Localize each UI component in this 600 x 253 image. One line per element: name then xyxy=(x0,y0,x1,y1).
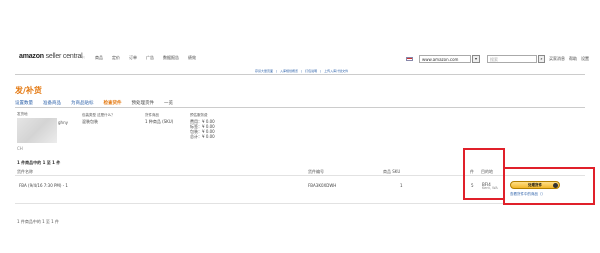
contents-label: 货件商品 xyxy=(145,113,159,117)
col-header-sku[interactable]: 商品 SKU xyxy=(383,169,400,174)
nav-item[interactable]: 绩效 xyxy=(188,55,196,61)
fees-label: 预估服务费 xyxy=(190,113,208,117)
ship-from-country: CH xyxy=(17,146,23,151)
packing-type-value: 混装包装 xyxy=(82,119,98,124)
shipment-name: FBA (9/4/16 7:30 PM) - 1 xyxy=(19,183,68,188)
col-header-id[interactable]: 货件编号 xyxy=(308,169,324,174)
utility-links: 买家消息 帮助 设置 xyxy=(549,56,589,62)
quick-link[interactable]: 上传入库计划文件 xyxy=(324,69,348,73)
col-header-name[interactable]: 货件名称 xyxy=(17,169,33,174)
logo-sub: seller central xyxy=(45,53,83,60)
step-prepare[interactable]: 准备商品 xyxy=(43,100,61,106)
quick-links: 存货大量页面 | 入库规划概览 | 打包说明 | 上传入库计划文件 xyxy=(255,69,349,73)
step-summary: 一览 xyxy=(164,101,173,106)
page-title: 发/补货 xyxy=(15,86,42,95)
nav-item[interactable]: 定价 xyxy=(112,55,120,61)
packing-type-label[interactable]: 包装类型 这是什么？ xyxy=(82,113,115,118)
search-input[interactable]: 搜索 xyxy=(487,55,537,63)
ship-from-label: 发货地 xyxy=(17,112,28,116)
nav-item[interactable]: 商品 xyxy=(95,55,103,61)
divider xyxy=(15,74,585,75)
nav-item[interactable]: 广告 xyxy=(146,55,154,61)
table-divider xyxy=(15,203,585,204)
shipment-id: FBA3K0XDWH xyxy=(308,183,337,188)
footer-result-count: 1 件商品中的 1 至 1 件 xyxy=(17,219,59,224)
result-count: 1 件商品中的 1 至 1 件 xyxy=(17,160,61,165)
marketplace-select[interactable]: www.amazon.com xyxy=(419,55,471,63)
step-set-quantity[interactable]: 设置数量 xyxy=(15,100,33,106)
search-icon[interactable]: ⌕ xyxy=(538,55,545,63)
contents-value: 1 种商品 (SKU) xyxy=(145,119,174,124)
us-flag-icon xyxy=(406,57,413,61)
shipment-sku-count: 1 xyxy=(400,183,403,188)
ship-from-address-redacted xyxy=(17,118,57,143)
step-label[interactable]: 为商品贴标 xyxy=(71,100,94,106)
logo-brand: amazon xyxy=(19,53,44,60)
fee-line: 总计：¥ 0.00 xyxy=(190,134,215,139)
flag-icon[interactable]: ⚐ xyxy=(82,55,86,60)
main-nav: 商品 定价 订单 广告 数据报告 绩效 xyxy=(95,55,196,61)
quick-link[interactable]: 存货大量页面 xyxy=(255,69,273,73)
nav-item[interactable]: 数据报告 xyxy=(163,55,179,61)
ship-from-value: ghny xyxy=(58,120,68,125)
highlight-box xyxy=(463,148,505,200)
quick-link[interactable]: 打包说明 xyxy=(305,69,317,73)
settings-link[interactable]: 设置 xyxy=(581,56,589,62)
help-link[interactable]: 帮助 xyxy=(569,56,577,62)
nav-item[interactable]: 订单 xyxy=(129,55,137,61)
highlight-box xyxy=(503,167,595,205)
amazon-seller-central-logo[interactable]: amazon seller central xyxy=(19,53,83,60)
divider xyxy=(15,107,585,108)
quick-link[interactable]: 入库规划概览 xyxy=(280,69,298,73)
step-prepare-shipments: 预处理货件 xyxy=(131,101,155,106)
messages-link[interactable]: 买家消息 xyxy=(549,56,565,62)
workflow-steps: 设置数量 准备商品 为商品贴标 检查货件 预处理货件 一览 xyxy=(15,100,173,106)
step-review-shipments[interactable]: 检查货件 xyxy=(104,100,122,106)
chevron-down-icon[interactable]: ▾ xyxy=(472,55,480,63)
